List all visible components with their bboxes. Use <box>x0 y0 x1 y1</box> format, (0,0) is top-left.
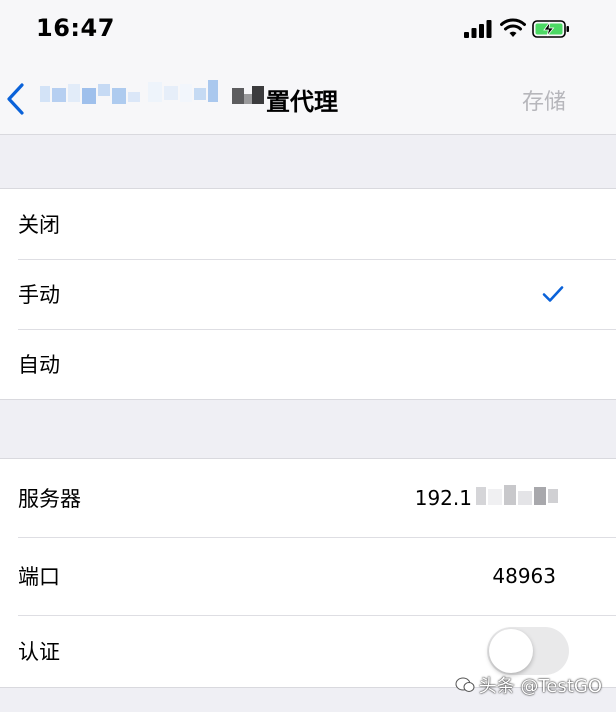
port-row[interactable]: 端口 48963 <box>0 537 616 615</box>
server-row[interactable]: 服务器 192.1 <box>0 459 616 537</box>
manual-settings-group: 服务器 192.1 端口 48963 认证 <box>0 458 616 688</box>
proxy-mode-manual[interactable]: 手动 <box>0 259 616 329</box>
auth-label: 认证 <box>18 640 60 664</box>
proxy-mode-label: 自动 <box>18 353 60 377</box>
watermark: 头条 @TestGO <box>455 672 602 698</box>
server-label: 服务器 <box>18 487 81 511</box>
port-label: 端口 <box>18 565 60 589</box>
status-bar: 16:47 <box>0 0 616 60</box>
cellular-signal-icon <box>464 20 492 38</box>
wifi-icon <box>500 18 526 37</box>
proxy-mode-group: 关闭 手动 自动 <box>0 188 616 400</box>
port-value[interactable]: 48963 <box>492 564 556 588</box>
page-title: 置代理 <box>266 88 338 116</box>
checkmark-icon <box>542 286 564 302</box>
watermark-text: 头条 @TestGO <box>478 676 602 697</box>
toggle-knob[interactable] <box>489 629 533 673</box>
save-button[interactable]: 存储 <box>522 84 566 116</box>
masked-server-value <box>476 485 558 507</box>
proxy-mode-auto[interactable]: 自动 <box>0 329 616 399</box>
server-value[interactable]: 192.1 <box>415 486 472 510</box>
proxy-mode-label: 手动 <box>18 283 60 307</box>
chat-bubble-icon <box>455 677 475 692</box>
proxy-mode-label: 关闭 <box>18 213 60 237</box>
navigation-bar: 置代理 存储 <box>0 60 616 135</box>
proxy-mode-off[interactable]: 关闭 <box>0 189 616 259</box>
auth-toggle[interactable] <box>487 627 569 675</box>
pixelated-back-label[interactable] <box>38 80 264 112</box>
chevron-left-icon[interactable] <box>4 82 28 116</box>
battery-charging-icon <box>532 20 569 38</box>
status-time: 16:47 <box>36 14 115 42</box>
